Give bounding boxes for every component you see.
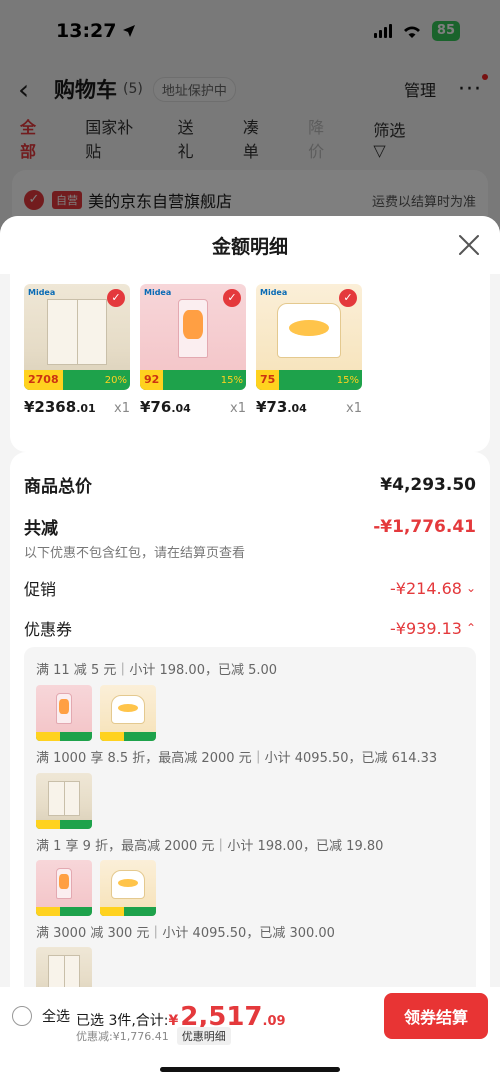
chevron-up-icon: ⌃	[465, 621, 476, 635]
product-price: ¥73.04	[256, 398, 307, 416]
coupon-thumbs	[36, 773, 92, 829]
home-indicator	[160, 1067, 340, 1072]
brand-logo: Midea	[260, 288, 288, 297]
price-dec: .04	[171, 402, 191, 415]
product-item[interactable]: Midea ✓ 75 15% ¥73.04 x1	[256, 284, 362, 416]
reduce-row: 共减 -¥1,776.41	[24, 514, 476, 540]
select-all-radio[interactable]	[12, 1006, 32, 1026]
coupon-rule: 满 1000 享 8.5 折，最高减 2000 元｜小计 4095.50，已减 …	[36, 751, 438, 766]
discount-text: 优惠减:¥1,776.41	[76, 1030, 169, 1043]
product-price: ¥2368.01	[24, 398, 96, 416]
thumb-steamer	[100, 685, 156, 741]
subsidy-band: 2708 20%	[24, 370, 130, 390]
price-int: ¥76	[140, 398, 172, 416]
steamer-icon	[111, 695, 145, 725]
checkout-bar: 全选 已选 3件,合计: ¥ 2,517.09 优惠减:¥1,776.41 优惠…	[0, 987, 500, 1083]
blender-icon	[178, 298, 208, 359]
reduce-note: 以下优惠不包含红包，请在结算页查看	[24, 546, 246, 561]
band-percent: 15%	[220, 374, 243, 386]
product-qty: x1	[346, 401, 362, 416]
chevron-down-icon: ⌄	[465, 581, 476, 595]
band-price: 2708	[24, 370, 63, 390]
blender-icon	[56, 867, 72, 900]
total-row: 商品总价 ¥4,293.50	[24, 472, 476, 498]
promo-label: 促销	[24, 580, 57, 599]
coupon-rule: 满 11 减 5 元｜小计 198.00，已减 5.00	[36, 663, 278, 678]
product-check-icon[interactable]: ✓	[107, 289, 125, 307]
band-percent: 20%	[104, 374, 127, 386]
total-label: 商品总价	[24, 477, 92, 497]
coupon-rule: 满 3000 减 300 元｜小计 4095.50，已减 300.00	[36, 926, 335, 941]
discount-summary: 优惠减:¥1,776.41 优惠明细	[76, 1027, 231, 1045]
band-price: 75	[256, 370, 280, 390]
reduce-label: 共减	[24, 519, 58, 539]
product-check-icon[interactable]: ✓	[223, 289, 241, 307]
thumb-fridge	[36, 773, 92, 829]
coupon-value: -¥939.13	[390, 618, 462, 638]
coupon-label: 优惠券	[24, 620, 73, 639]
price-dec: .01	[76, 402, 96, 415]
fridge-icon	[48, 780, 80, 816]
product-strip: Midea ✓ 2708 20% ¥2368.01 x1 Midea ✓ 92	[10, 274, 490, 452]
blender-icon	[56, 692, 72, 725]
thumb-blender	[36, 685, 92, 741]
product-image-blender: Midea ✓ 92 15%	[140, 284, 246, 390]
band-price: 92	[140, 370, 164, 390]
product-check-icon[interactable]: ✓	[339, 289, 357, 307]
discount-detail-link[interactable]: 优惠明细	[176, 1027, 231, 1045]
product-image-fridge: Midea ✓ 2708 20%	[24, 284, 130, 390]
price-int: ¥2368	[24, 398, 77, 416]
coupon-rule: 满 1 享 9 折，最高减 2000 元｜小计 198.00，已减 19.80	[36, 839, 384, 854]
brand-logo: Midea	[144, 288, 172, 297]
steamer-icon	[111, 870, 145, 900]
subsidy-band: 75 15%	[256, 370, 362, 390]
band-percent: 15%	[336, 374, 359, 386]
coupon-thumbs	[36, 860, 156, 916]
product-image-steamer: Midea ✓ 75 15%	[256, 284, 362, 390]
price-int: ¥73	[256, 398, 288, 416]
thumb-steamer	[100, 860, 156, 916]
sheet-header: 金额明细	[0, 216, 500, 274]
product-qty: x1	[114, 401, 130, 416]
total-value: ¥4,293.50	[380, 474, 476, 495]
product-qty: x1	[230, 401, 246, 416]
close-icon[interactable]	[458, 234, 480, 256]
price-dec: .04	[287, 402, 307, 415]
fridge-icon	[47, 298, 107, 365]
sheet-title: 金额明细	[211, 235, 288, 258]
checkout-button[interactable]: 领券结算	[384, 993, 488, 1039]
brand-logo: Midea	[28, 288, 56, 297]
product-item[interactable]: Midea ✓ 92 15% ¥76.04 x1	[140, 284, 246, 416]
promo-value: -¥214.68	[390, 578, 462, 598]
reduce-value: -¥1,776.41	[373, 516, 476, 537]
coupon-row[interactable]: 优惠券 -¥939.13 ⌃	[24, 616, 476, 640]
coupon-thumbs	[36, 685, 156, 741]
steamer-icon	[277, 303, 341, 359]
product-item[interactable]: Midea ✓ 2708 20% ¥2368.01 x1	[24, 284, 130, 416]
fridge-icon	[48, 954, 80, 990]
total-dec: .09	[262, 1014, 286, 1029]
subsidy-band: 92 15%	[140, 370, 246, 390]
select-all-label[interactable]: 全选	[42, 1006, 70, 1026]
product-price: ¥76.04	[140, 398, 191, 416]
thumb-blender	[36, 860, 92, 916]
amount-detail-sheet: 金额明细 Midea ✓ 2708 20% ¥2368.01 x1 Midea …	[0, 216, 500, 1083]
promo-row[interactable]: 促销 -¥214.68 ⌄	[24, 576, 476, 600]
